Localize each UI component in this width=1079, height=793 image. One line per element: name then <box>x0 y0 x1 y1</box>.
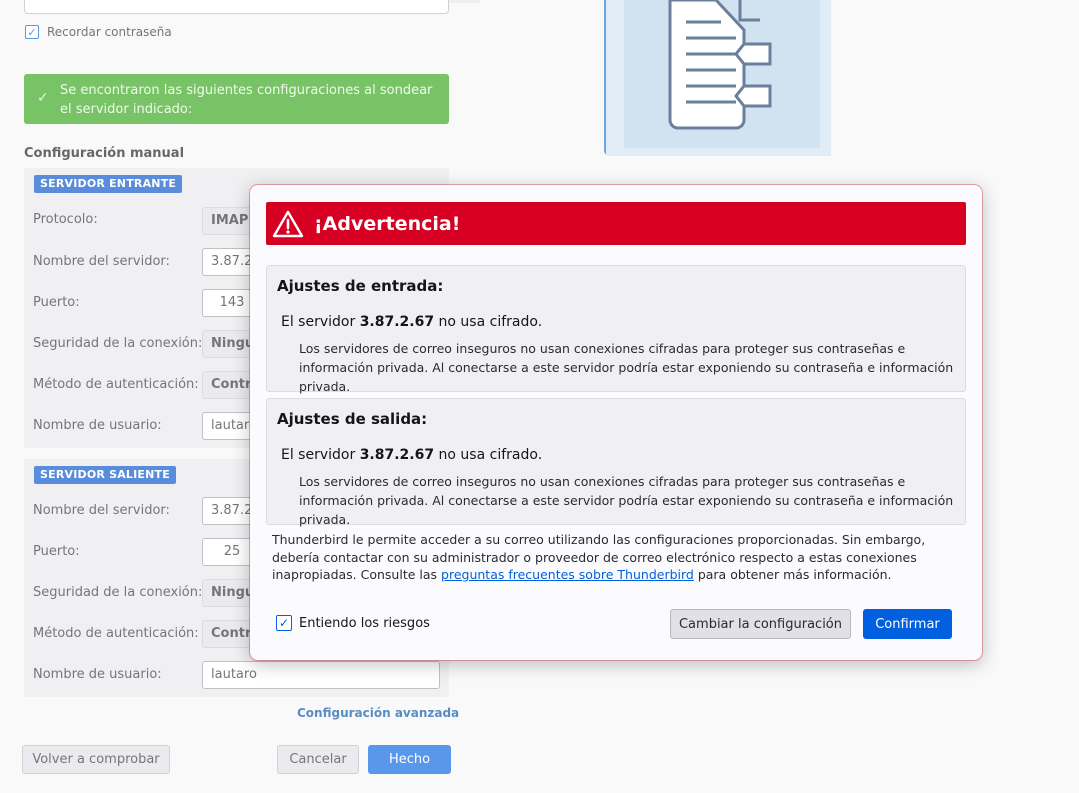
incoming-server-line: El servidor 3.87.2.67 no usa cifrado. <box>281 314 542 330</box>
info-text: Thunderbird le permite acceder a su corr… <box>272 531 962 584</box>
incoming-server-suffix: no usa cifrado. <box>438 314 543 330</box>
incoming-settings-heading: Ajustes de entrada: <box>277 277 444 295</box>
faq-link[interactable]: preguntas frecuentes sobre Thunderbird <box>441 567 694 582</box>
info-text-end: para obtener más información. <box>697 567 892 582</box>
dialog-title: ¡Advertencia! <box>314 212 461 235</box>
warning-header: ¡Advertencia! <box>266 202 966 245</box>
incoming-server-address: 3.87.2.67 <box>359 314 435 330</box>
outgoing-server-suffix: no usa cifrado. <box>438 447 543 463</box>
understand-risks-row[interactable]: ✓ Entiendo los riesgos <box>276 615 430 631</box>
understand-risks-checkbox[interactable]: ✓ <box>276 615 292 631</box>
insecure-warning-dialog: ¡Advertencia! Ajustes de entrada: El ser… <box>250 185 982 660</box>
incoming-warning-description: Los servidores de correo inseguros no us… <box>299 341 954 394</box>
understand-risks-label: Entiendo los riesgos <box>299 615 430 631</box>
warning-icon <box>272 210 304 237</box>
change-config-button[interactable]: Cambiar la configuración <box>670 609 851 639</box>
outgoing-server-prefix: El servidor <box>281 447 356 463</box>
incoming-settings-box: Ajustes de entrada: El servidor 3.87.2.6… <box>266 265 966 394</box>
outgoing-warning-description: Los servidores de correo inseguros no us… <box>299 474 954 527</box>
outgoing-settings-heading: Ajustes de salida: <box>277 410 428 428</box>
incoming-server-prefix: El servidor <box>281 314 356 330</box>
outgoing-settings-box: Ajustes de salida: El servidor 3.87.2.67… <box>266 398 966 527</box>
confirm-button[interactable]: Confirmar <box>863 609 952 639</box>
outgoing-server-address: 3.87.2.67 <box>359 447 435 463</box>
outgoing-server-line: El servidor 3.87.2.67 no usa cifrado. <box>281 447 542 463</box>
